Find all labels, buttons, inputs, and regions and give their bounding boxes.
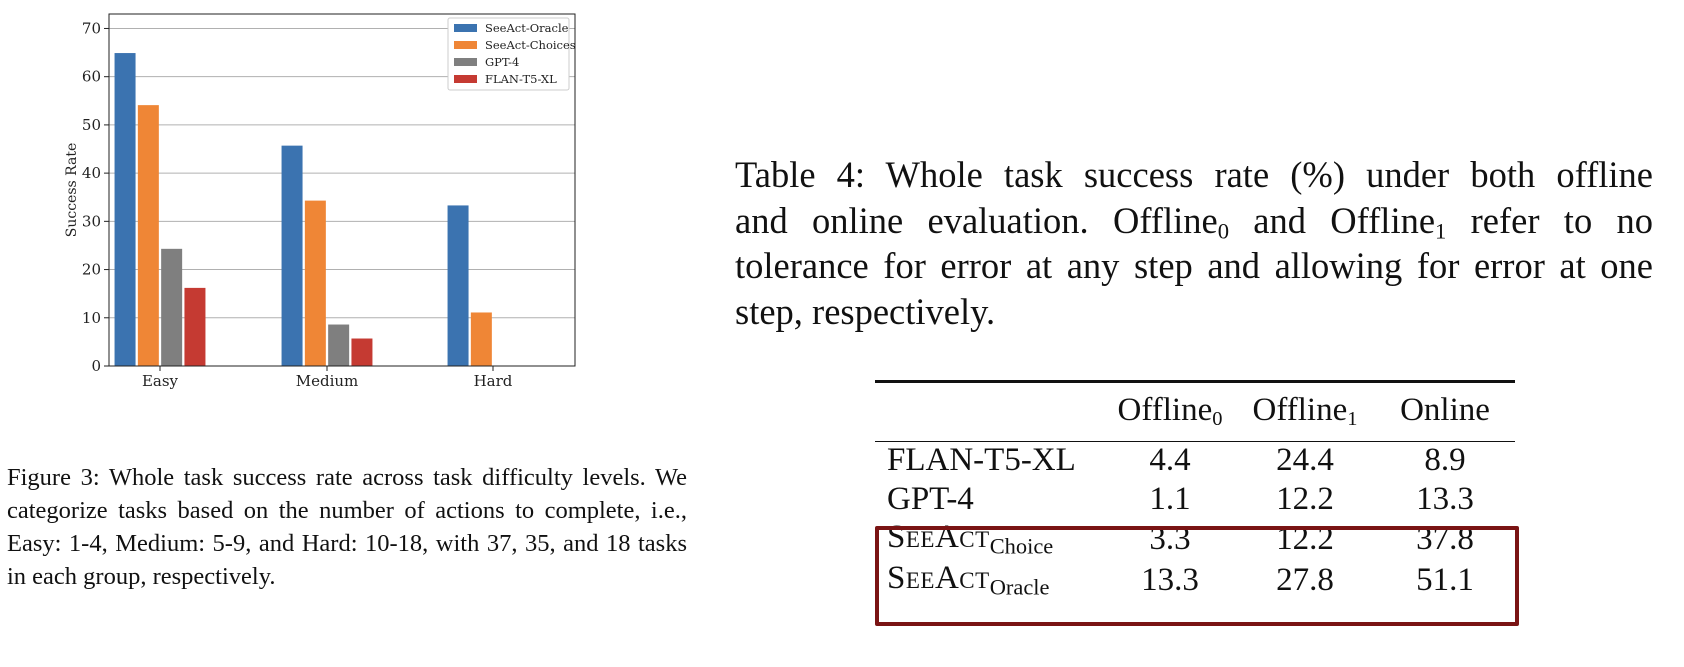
bar-seeact-oracle <box>281 145 303 366</box>
y-tick-label: 70 <box>82 19 101 37</box>
table-caption-text: tolerance for error at any step and allo… <box>735 245 1653 286</box>
value-cell: 12.2 <box>1276 481 1334 517</box>
bar-chart: 0 10 20 30 40 50 60 70 Easy Medium Hard Success Rat… <box>64 13 576 390</box>
legend-swatch <box>454 58 477 66</box>
bar-flan-t5-xl <box>351 338 373 366</box>
table-caption-line-2: and online evaluation. Offline0 and Offl… <box>735 198 1653 244</box>
header-label: Offline <box>1252 391 1348 428</box>
figure-caption-label: Figure 3: <box>7 464 100 491</box>
bar-gpt-4 <box>161 248 183 366</box>
legend-swatch <box>454 24 477 32</box>
table-caption-text: and Offline <box>1229 199 1436 241</box>
figure-caption: Figure 3: Whole task success rate across… <box>7 461 687 593</box>
header-empty <box>875 380 1105 442</box>
bar-seeact-oracle <box>114 53 136 367</box>
y-tick-label: 60 <box>82 68 101 86</box>
y-tick-label: 0 <box>91 357 101 375</box>
x-tick-label: Hard <box>474 372 513 390</box>
y-tick-label: 50 <box>82 116 101 134</box>
model-name-cell: GPT-4 <box>887 481 974 517</box>
header-online: Online <box>1375 380 1515 442</box>
value-cell: 24.4 <box>1276 442 1334 479</box>
header-offline0: Offline0 <box>1105 380 1235 442</box>
x-tick-label: Easy <box>142 372 179 390</box>
bar-seeact-oracle <box>447 205 469 366</box>
table-caption-line-3: tolerance for error at any step and allo… <box>735 243 1653 289</box>
bar-seeact-choices <box>470 312 492 366</box>
table-caption-text: refer to no <box>1446 199 1653 241</box>
table-row: FLAN-T5-XL 4.4 24.4 8.9 <box>875 441 1515 480</box>
figure-3: 0 10 20 30 40 50 60 70 Easy Medium Hard Success Rat… <box>0 0 680 430</box>
value-cell: 8.9 <box>1424 442 1466 479</box>
table-caption: Table 4: Whole task success rate (%) und… <box>735 152 1653 334</box>
y-axis-label: Success Rate <box>64 143 80 238</box>
legend-label: SeeAct-Choices <box>485 38 576 52</box>
bar-gpt-4 <box>328 324 350 366</box>
table-row: GPT-4 1.1 12.2 13.3 <box>875 480 1515 519</box>
legend-swatch <box>454 75 477 83</box>
table-caption-text: Table 4: Whole task success rate (%) und… <box>735 154 1653 195</box>
legend-label: SeeAct-Oracle <box>485 21 569 35</box>
table-caption-line-4: step, respectively. <box>735 289 1653 335</box>
subscript: 0 <box>1217 218 1230 244</box>
legend-label: FLAN-T5-XL <box>485 72 557 86</box>
model-name-cell: FLAN-T5-XL <box>887 442 1076 479</box>
table-caption-text: step, respectively. <box>735 290 996 332</box>
table-header-row: Offline0 Offline1 Online <box>875 380 1515 442</box>
y-tick-label: 10 <box>82 309 101 327</box>
y-tick-label: 30 <box>82 212 101 230</box>
seeact-highlight-box <box>875 526 1519 626</box>
value-cell: 1.1 <box>1149 481 1191 517</box>
subscript: 1 <box>1435 218 1447 244</box>
y-tick-label: 40 <box>82 164 101 182</box>
x-tick-label: Medium <box>296 372 359 390</box>
header-offline1: Offline1 <box>1235 380 1375 442</box>
figure-caption-text: Whole task success rate across task diff… <box>7 464 687 590</box>
header-label: Offline <box>1117 391 1213 428</box>
header-label: Online <box>1400 391 1490 428</box>
legend-label: GPT-4 <box>485 55 519 69</box>
bar-seeact-choices <box>304 200 326 366</box>
value-cell: 4.4 <box>1149 442 1191 479</box>
table-caption-line-1: Table 4: Whole task success rate (%) und… <box>735 152 1653 198</box>
bar-seeact-choices <box>137 105 159 366</box>
value-cell: 13.3 <box>1416 481 1474 517</box>
legend-swatch <box>454 41 477 49</box>
table-caption-text: and online evaluation. Offline <box>735 199 1218 241</box>
bar-flan-t5-xl <box>184 287 206 366</box>
y-tick-label: 20 <box>82 261 101 279</box>
subscript: 0 <box>1212 407 1223 430</box>
subscript: 1 <box>1347 407 1358 430</box>
